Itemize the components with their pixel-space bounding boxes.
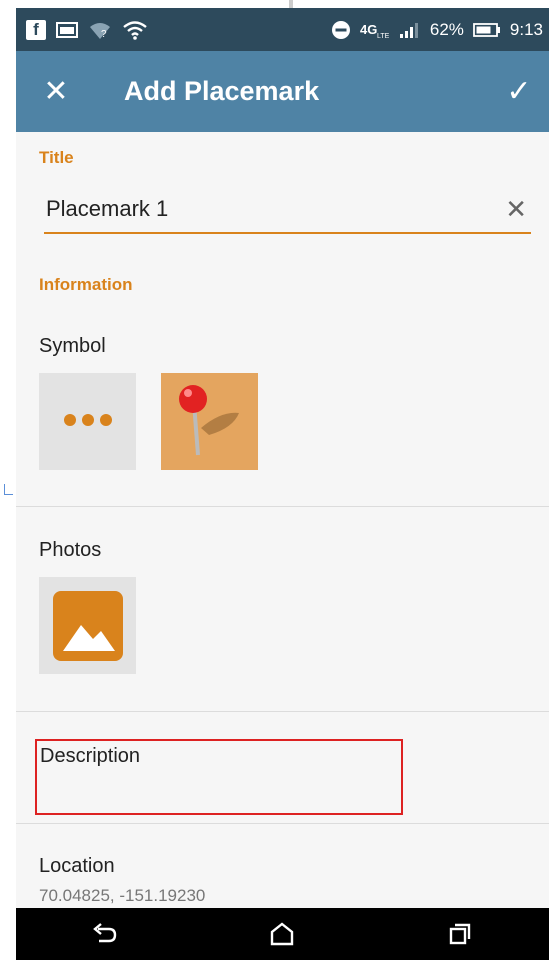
location-label: Location [39, 855, 115, 877]
add-photo-button[interactable] [39, 577, 136, 674]
signal-icon [399, 22, 418, 38]
battery-icon [473, 22, 500, 37]
svg-text:LTE: LTE [377, 33, 390, 39]
svg-text:4G: 4G [360, 22, 377, 37]
title-input-value[interactable]: Placemark 1 [44, 196, 168, 222]
page-title: Add Placemark [124, 76, 320, 106]
description-label: Description [40, 745, 141, 767]
information-section-label: Information [39, 275, 133, 294]
facebook-icon: f [26, 19, 46, 40]
phone-screen: f ? 4G LTE 62% 9:13 ✕ Add Placemark ✓ Ti… [16, 8, 549, 960]
title-section-label: Title [39, 148, 74, 167]
wifi-icon [123, 20, 147, 40]
symbol-label: Symbol [39, 335, 106, 357]
top-edge-mark [289, 0, 293, 8]
map-pin-icon [179, 385, 239, 456]
home-icon[interactable] [252, 914, 312, 954]
app-bar: ✕ Add Placemark ✓ [16, 51, 549, 132]
image-placeholder-icon [52, 590, 123, 661]
more-symbols-button[interactable] [39, 373, 136, 470]
navigation-bar [16, 908, 549, 960]
divider [16, 506, 549, 507]
clock: 9:13 [509, 19, 543, 39]
battery-percent: 62% [429, 19, 464, 39]
check-icon[interactable]: ✓ [489, 74, 549, 109]
clear-icon[interactable]: ✕ [505, 194, 531, 225]
4g-lte-icon: 4G LTE [360, 22, 390, 39]
wifi-question-icon: ? [90, 22, 110, 40]
divider [16, 823, 549, 824]
more-dots-icon [61, 413, 115, 431]
divider [16, 711, 549, 712]
description-field[interactable]: Description [35, 739, 403, 815]
status-bar: f ? 4G LTE 62% 9:13 [16, 8, 549, 51]
recents-icon[interactable] [430, 914, 490, 954]
back-icon[interactable] [75, 914, 135, 954]
edge-marker [4, 484, 13, 495]
close-icon[interactable]: ✕ [16, 74, 96, 109]
photos-label: Photos [39, 539, 102, 561]
title-input[interactable]: Placemark 1 ✕ [44, 186, 531, 234]
selected-symbol-tile[interactable] [161, 373, 258, 470]
svg-text:?: ? [101, 29, 107, 40]
location-coordinates: 70.04825, -151.19230 [39, 886, 206, 905]
dnd-icon [331, 20, 350, 39]
image-icon [56, 21, 78, 38]
